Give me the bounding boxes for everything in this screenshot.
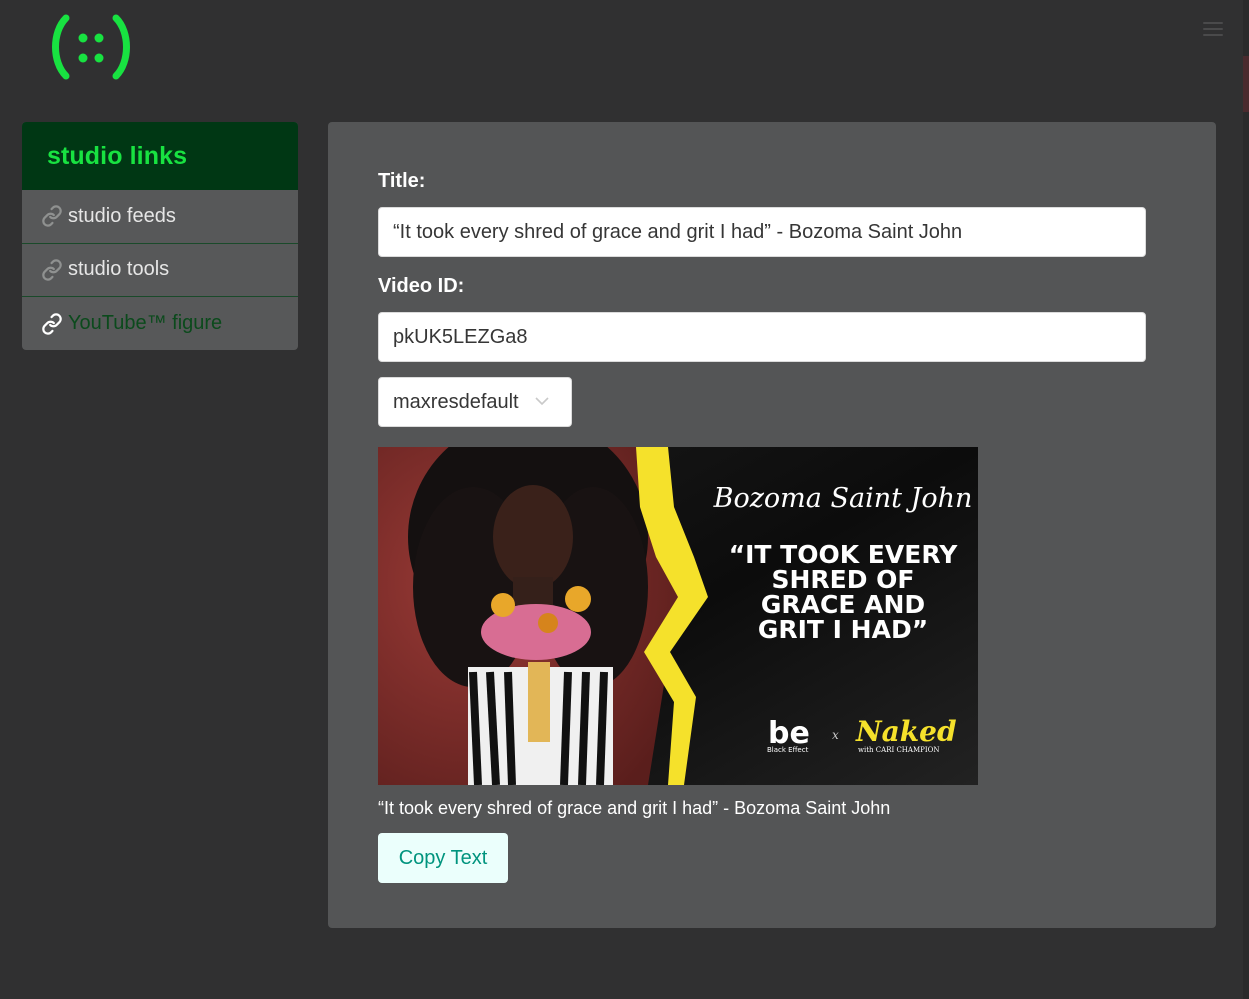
sidebar-item-youtube-figure[interactable]: YouTube™ figure xyxy=(22,297,298,350)
link-icon xyxy=(40,204,64,228)
brand-x: x xyxy=(832,728,839,742)
logo[interactable] xyxy=(52,14,132,84)
brand-right-sub: with CARI CHAMPION xyxy=(858,746,939,754)
sidebar-item-studio-tools[interactable]: studio tools xyxy=(22,244,298,297)
sidebar-header: studio links xyxy=(22,122,298,190)
resolution-selected-value: maxresdefault xyxy=(393,390,519,413)
sidebar-item-label: studio feeds xyxy=(68,204,176,227)
sidebar: studio links studio feeds studio tools Y… xyxy=(22,122,298,350)
copy-text-button[interactable]: Copy Text xyxy=(378,833,508,883)
brand-left-sub: Black Effect xyxy=(767,746,809,754)
thumbnail-image: Bozoma Saint John “IT TOOK EVERY SHRED O… xyxy=(378,447,978,785)
sidebar-item-label: studio tools xyxy=(68,258,170,281)
link-icon xyxy=(40,258,64,282)
title-label: Title: xyxy=(378,170,426,192)
video-thumbnail: Bozoma Saint John “IT TOOK EVERY SHRED O… xyxy=(378,447,978,785)
chevron-down-icon xyxy=(535,397,549,406)
video-id-input[interactable] xyxy=(378,312,1146,362)
video-id-label: Video ID: xyxy=(378,275,465,297)
title-input[interactable] xyxy=(378,207,1146,257)
resolution-select[interactable]: maxresdefault xyxy=(378,377,572,427)
thumbnail-name: Bozoma Saint John xyxy=(713,483,973,514)
link-icon xyxy=(40,312,64,336)
thumbnail-quote-line: GRIT I HAD” xyxy=(758,615,928,644)
menu-icon[interactable] xyxy=(1201,20,1227,38)
thumbnail-caption: “It took every shred of grace and grit I… xyxy=(378,798,891,818)
scrollbar-edge xyxy=(1243,0,1249,999)
logo-mark xyxy=(52,14,130,80)
sidebar-item-studio-feeds[interactable]: studio feeds xyxy=(22,190,298,244)
sidebar-item-label: YouTube™ figure xyxy=(68,312,223,335)
brand-right: Naked xyxy=(855,715,957,748)
sidebar-title: studio links xyxy=(47,141,188,170)
main-panel: Title: Video ID: maxresdefault xyxy=(328,122,1216,928)
